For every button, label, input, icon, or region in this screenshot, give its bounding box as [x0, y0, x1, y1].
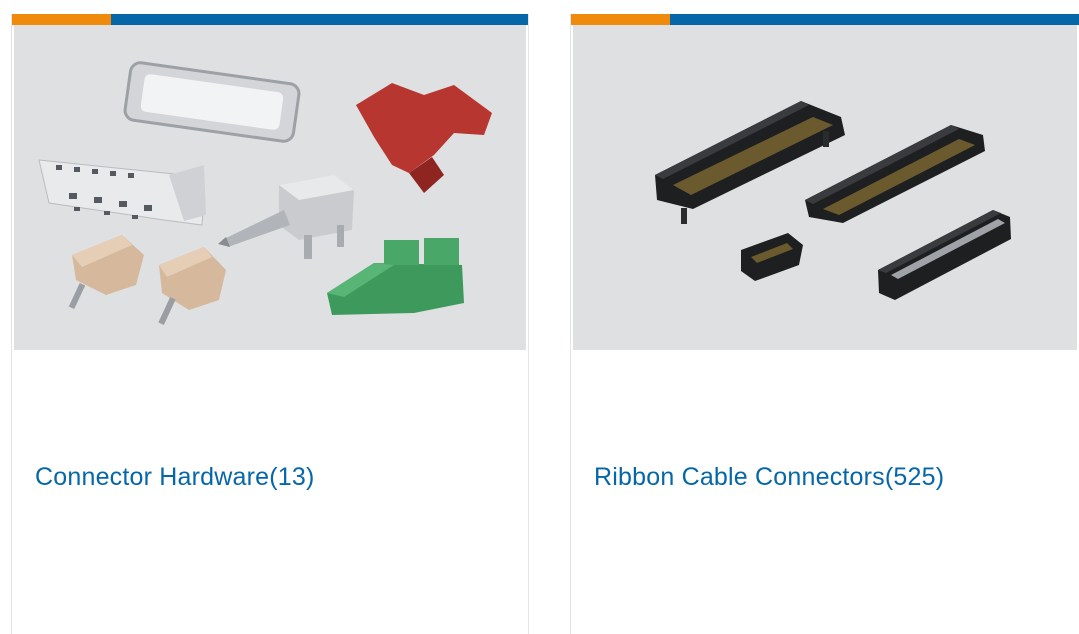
card-accent-bar	[12, 14, 528, 25]
red-clip-part	[356, 83, 492, 193]
metal-shield-part	[38, 159, 206, 226]
connector-hardware-image[interactable]	[14, 25, 526, 350]
green-housing-part	[327, 238, 464, 315]
latch-frame-part	[123, 61, 301, 143]
connector-hardware-link[interactable]: Connector Hardware(13)	[35, 463, 315, 492]
beige-bracket-parts	[68, 235, 226, 325]
ribbon-cable-connectors-link[interactable]: Ribbon Cable Connectors(525)	[594, 463, 944, 492]
card-accent-bar	[571, 14, 1079, 25]
small-header-connector	[741, 233, 803, 281]
ribbon-cable-connectors-image[interactable]	[573, 25, 1077, 350]
category-card-ribbon-cable-connectors[interactable]: Ribbon Cable Connectors(525)	[570, 14, 1079, 634]
category-card-connector-hardware[interactable]: Connector Hardware(13)	[11, 14, 529, 634]
metal-pin-part	[218, 175, 354, 259]
idc-ribbon-connector	[878, 210, 1011, 300]
